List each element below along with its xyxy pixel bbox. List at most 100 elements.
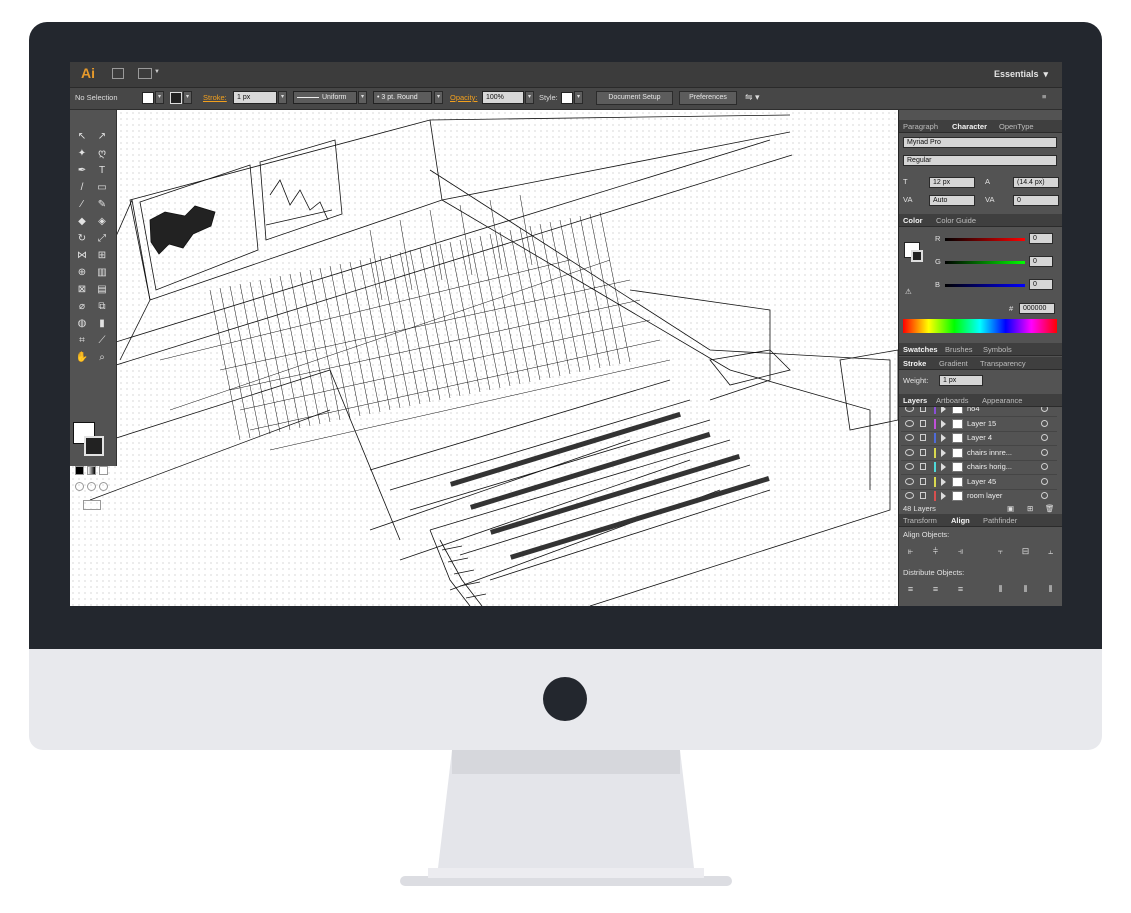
r-slider[interactable]	[945, 238, 1025, 241]
target-icon[interactable]	[1041, 463, 1048, 470]
align-bottom-icon[interactable]: ⫠	[1045, 546, 1056, 556]
draw-inside-icon[interactable]	[99, 482, 108, 491]
target-icon[interactable]	[1041, 448, 1048, 456]
delete-layer-icon[interactable]: 🗑	[1045, 504, 1055, 513]
document-setup-button[interactable]: Document Setup	[596, 91, 673, 105]
layer-row[interactable]: room layer	[901, 489, 1057, 502]
pen-tool-icon[interactable]: ✒	[74, 164, 90, 178]
expand-triangle-icon[interactable]	[941, 407, 946, 413]
draw-behind-icon[interactable]	[87, 482, 96, 491]
leading-field[interactable]: (14.4 px)	[1013, 177, 1059, 188]
tab-layers[interactable]: Layers	[903, 396, 927, 405]
tab-gradient[interactable]: Gradient	[939, 359, 968, 368]
lasso-tool-icon[interactable]: ღ	[94, 147, 110, 161]
layer-row[interactable]: Layer 45	[901, 475, 1057, 490]
hand-tool-icon[interactable]: ✋	[74, 351, 90, 365]
visibility-icon[interactable]	[905, 434, 914, 441]
stroke-weight-field[interactable]: 1 px	[233, 91, 277, 104]
panel-menu-icon[interactable]: ≡	[1042, 92, 1046, 101]
arrange-documents-icon[interactable]	[138, 68, 152, 79]
screen-mode-icon[interactable]	[83, 500, 101, 510]
tab-stroke[interactable]: Stroke	[903, 359, 926, 368]
brush-definition[interactable]: • 3 pt. Round	[373, 91, 432, 104]
new-layer-icon[interactable]: ▣	[1007, 504, 1014, 513]
align-top-icon[interactable]: ⫟	[995, 546, 1006, 556]
expand-triangle-icon[interactable]	[941, 463, 946, 471]
tab-color-guide[interactable]: Color Guide	[936, 216, 976, 225]
align-left-icon[interactable]: ⫦	[905, 546, 916, 556]
magic-wand-tool-icon[interactable]: ✦	[74, 147, 90, 161]
chevron-down-icon[interactable]: ▼	[154, 69, 160, 75]
stroke-swatch[interactable]	[170, 92, 182, 104]
draw-normal-icon[interactable]	[75, 482, 84, 491]
target-icon[interactable]	[1041, 419, 1048, 427]
distribute-bottom-icon[interactable]: ≡	[955, 584, 966, 594]
visibility-icon[interactable]	[905, 463, 914, 470]
visibility-icon[interactable]	[905, 477, 914, 485]
lock-icon[interactable]	[920, 463, 926, 470]
selection-tool-icon[interactable]: ↖	[74, 130, 90, 144]
font-style-field[interactable]: Regular	[903, 155, 1057, 166]
visibility-icon[interactable]	[905, 492, 914, 499]
distribute-hcenter-icon[interactable]: ⦀	[1020, 584, 1031, 594]
fill-dropdown[interactable]: ▾	[155, 91, 164, 104]
expand-triangle-icon[interactable]	[941, 419, 946, 428]
target-icon[interactable]	[1041, 434, 1048, 441]
align-center-icon[interactable]: ⫩	[930, 546, 941, 556]
artboard-tool-icon[interactable]: ⌗	[74, 334, 90, 348]
tab-paragraph[interactable]: Paragraph	[903, 122, 938, 131]
tab-pathfinder[interactable]: Pathfinder	[983, 516, 1017, 525]
font-family-field[interactable]: Myriad Pro	[903, 137, 1057, 148]
blend-tool-icon[interactable]: ⧉	[94, 300, 110, 314]
b-value[interactable]: 0	[1029, 279, 1053, 290]
width-tool-icon[interactable]: ⋈	[74, 249, 90, 263]
expand-triangle-icon[interactable]	[941, 448, 946, 457]
bridge-icon[interactable]	[112, 68, 124, 79]
kerning-field[interactable]: Auto	[929, 195, 975, 206]
lock-icon[interactable]	[920, 477, 926, 485]
lock-icon[interactable]	[920, 407, 926, 412]
zoom-tool-icon[interactable]: ⌕	[94, 351, 110, 365]
none-mode-icon[interactable]	[99, 466, 108, 475]
layer-row[interactable]: chairs horig...	[901, 460, 1057, 475]
brush-dropdown[interactable]: ▾	[434, 91, 443, 104]
tracking-field[interactable]: 0	[1013, 195, 1059, 206]
column-graph-tool-icon[interactable]: ▮	[94, 317, 110, 331]
tab-color[interactable]: Color	[903, 216, 923, 225]
opacity-field[interactable]: 100%	[482, 91, 524, 104]
align-right-icon[interactable]: ⫣	[955, 546, 966, 556]
line-tool-icon[interactable]: /	[74, 181, 90, 195]
distribute-left-icon[interactable]: ⦀	[995, 584, 1006, 594]
stroke-color-box[interactable]	[84, 436, 104, 456]
rotate-tool-icon[interactable]: ↻	[74, 232, 90, 246]
scale-tool-icon[interactable]: ⤢	[94, 232, 110, 246]
eyedropper-tool-icon[interactable]: ⌀	[74, 300, 90, 314]
mesh-tool-icon[interactable]: ⊠	[74, 283, 90, 297]
color-stroke-swatch[interactable]	[911, 250, 923, 262]
b-slider[interactable]	[945, 284, 1025, 287]
expand-triangle-icon[interactable]	[941, 434, 946, 442]
target-icon[interactable]	[1041, 492, 1048, 499]
layer-row[interactable]: no4	[901, 407, 1057, 417]
distribute-top-icon[interactable]: ≡	[905, 584, 916, 594]
expand-triangle-icon[interactable]	[941, 477, 946, 486]
visibility-icon[interactable]	[905, 419, 914, 427]
profile-dropdown[interactable]: ▾	[358, 91, 367, 104]
color-spectrum[interactable]	[903, 319, 1057, 333]
rectangle-tool-icon[interactable]: ▭	[94, 181, 110, 195]
tab-transparency[interactable]: Transparency	[980, 359, 1026, 368]
font-size-field[interactable]: 12 px	[929, 177, 975, 188]
target-icon[interactable]	[1041, 407, 1048, 412]
lock-icon[interactable]	[920, 419, 926, 427]
eraser-tool-icon[interactable]: ◈	[94, 215, 110, 229]
gradient-mode-icon[interactable]	[87, 466, 96, 475]
free-transform-tool-icon[interactable]: ⊞	[94, 249, 110, 263]
fill-swatch[interactable]	[142, 92, 154, 104]
workspace-switcher[interactable]: Essentials ▾	[994, 69, 1048, 80]
r-value[interactable]: 0	[1029, 233, 1053, 244]
shape-builder-tool-icon[interactable]: ⊕	[74, 266, 90, 280]
stroke-weight-input[interactable]: 1 px	[939, 375, 983, 386]
lock-icon[interactable]	[920, 492, 926, 499]
tab-appearance[interactable]: Appearance	[982, 396, 1022, 405]
expand-triangle-icon[interactable]	[941, 492, 946, 500]
